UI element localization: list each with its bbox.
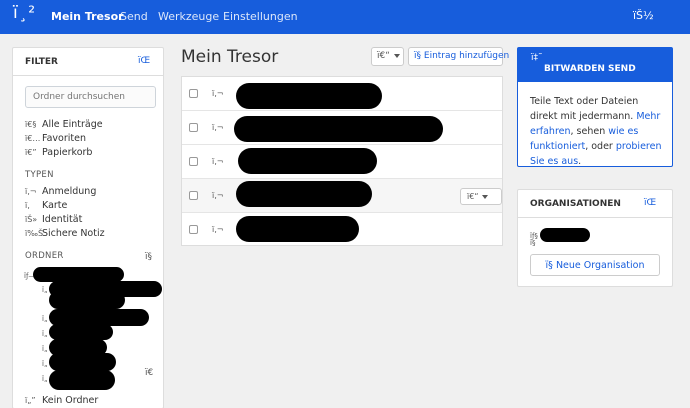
item-checkbox[interactable] [189,157,198,166]
redacted-organization-name[interactable] [540,228,590,242]
credit-card-icon: ï‚ [25,201,30,210]
send-text: . [578,156,582,167]
redacted-item-name[interactable] [234,116,443,142]
redacted-folder-name[interactable] [49,353,116,371]
page-title: Mein Tresor [181,47,279,67]
organizations-header: ORGANISATIONEN ïŒ [518,190,672,218]
redacted-item-name[interactable] [236,83,382,109]
send-text: , oder [585,141,616,152]
filter-header: FILTER ïŒ [13,48,163,76]
bitwarden-logo-icon[interactable]: ï¸² [13,3,36,23]
type-secure-note[interactable]: ï‰ŠSichere Notiz [25,228,105,239]
types-heading: TYPEN [25,170,54,180]
cog-icon: ï€“ [377,51,390,61]
send-description: Teile Text oder Dateien direkt mit jeder… [530,94,664,169]
filter-help-icon[interactable]: ïŒ [138,56,150,66]
no-folder-label: Kein Ordner [42,395,99,406]
redacted-item-name[interactable] [238,148,377,174]
trash-label: Papierkorb [42,147,93,158]
redacted-folder-name[interactable] [49,370,115,390]
bitwarden-send-card: ï‡˜ BITWARDEN SEND Teile Text oder Datei… [517,47,673,167]
redacted-item-name[interactable] [236,216,359,242]
type-secure-note-label: Sichere Notiz [42,228,105,239]
send-icon: ï‡˜ [531,53,543,63]
item-checkbox[interactable] [189,89,198,98]
all-items-label: Alle Einträge [42,119,103,130]
cog-icon: ï€“ [467,192,479,201]
favorites-label: Favoriten [42,133,86,144]
filter-favorites[interactable]: ï€… Favoriten [25,133,86,144]
nav-werkzeuge[interactable]: Werkzeuge [158,10,219,23]
add-item-button[interactable]: ï§ Eintrag hinzufügen [408,47,509,66]
trash-icon: ï€” [25,148,37,157]
folder-no-folder[interactable]: ï„” Kein Ordner [25,395,98,406]
redacted-folder-name[interactable] [49,324,113,340]
folder-icon: ï„ [42,330,48,338]
send-text: , sehen [570,126,609,137]
folder-icon: ï„ [42,375,48,383]
folder-open-icon: ï„” [25,396,36,405]
globe-icon: ï‚¬ [212,157,224,166]
globe-icon: ï‚¬ [212,123,224,132]
item-checkbox[interactable] [189,191,198,200]
type-login-label: Anmeldung [42,186,97,197]
globe-icon: ï‚¬ [212,89,224,98]
plus-icon: ï§ [530,239,536,247]
pencil-icon[interactable]: ï€ [145,368,153,378]
caret-down-icon [393,53,400,58]
top-navbar: ï¸² Mein Tresor Send Werkzeuge Einstellu… [0,0,690,34]
send-text: Teile Text oder Dateien direkt mit jeder… [530,96,639,122]
plus-icon: ï§ [545,260,553,271]
redacted-folder-name[interactable] [49,291,125,309]
organizations-card: ORGANISATIONEN ïŒ ïƒ§ ï§ ï§ Neue Organisa… [517,189,673,287]
caret-down-icon [482,194,489,199]
globe-icon: ï‚¬ [25,187,37,196]
item-checkbox[interactable] [189,123,198,132]
organization-icon: ïƒ§ ï§ [530,233,538,247]
filter-all-items[interactable]: ï€§ Alle Einträge [25,119,103,130]
redacted-item-name[interactable] [236,181,372,207]
redacted-folder-name[interactable] [33,267,124,282]
account-menu-icon[interactable]: ïŠ½ [633,9,654,22]
folder-icon: ï„ [42,360,48,368]
nav-mein-tresor[interactable]: Mein Tresor [51,10,124,23]
folder-search-input[interactable] [25,86,156,108]
sticky-note-icon: ï‰Š [25,229,44,238]
type-identity-label: Identität [42,214,83,225]
type-login[interactable]: ï‚¬ Anmeldung [25,186,96,197]
organizations-title: ORGANISATIONEN [530,199,621,209]
id-card-icon: ïŠ» [25,215,38,224]
send-header: ï‡˜ BITWARDEN SEND [518,48,672,82]
all-items-icon: ï€§ [25,120,37,129]
nav-einstellungen[interactable]: Einstellungen [223,10,298,23]
add-item-label: Eintrag hinzufügen [423,51,510,61]
send-title: BITWARDEN SEND [544,64,636,74]
new-organization-label: Neue Organisation [555,260,645,271]
star-icon: ï€… [25,134,41,143]
item-options-button[interactable]: ï€“ [460,188,502,205]
plus-icon: ï§ [414,51,422,61]
organizations-help-icon[interactable]: ïŒ [644,198,656,208]
type-identity[interactable]: ïŠ» Identität [25,214,82,225]
filter-title: FILTER [25,57,58,67]
filter-trash[interactable]: ï€” Papierkorb [25,147,92,158]
item-checkbox[interactable] [189,225,198,234]
nav-send[interactable]: Send [120,10,148,23]
folder-icon: ï„ [42,315,48,323]
vault-options-button[interactable]: ï€“ [371,47,404,66]
add-folder-icon[interactable]: ï§ [145,252,152,262]
type-card-label: Karte [42,200,68,211]
folders-heading: ORDNER [25,251,64,261]
filter-panel: FILTER ïŒ ï€§Alle Einträge ï€…Favoriten … [12,47,164,408]
folder-icon: ï„ [42,345,48,353]
globe-icon: ï‚¬ [212,191,224,200]
globe-icon: ï‚¬ [212,225,224,234]
type-card[interactable]: ï‚ Karte [25,200,67,211]
folder-icon: ï„ [42,286,48,294]
new-organization-button[interactable]: ï§ Neue Organisation [530,254,660,276]
